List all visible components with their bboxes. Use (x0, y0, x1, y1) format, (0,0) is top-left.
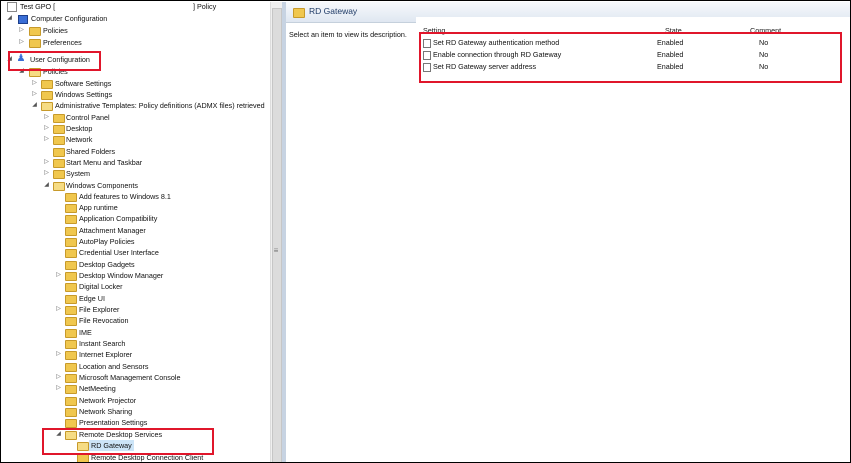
expand-arrow-icon[interactable]: ▷ (31, 89, 38, 100)
folder-icon (53, 148, 65, 157)
expand-arrow-icon[interactable]: ▷ (31, 78, 38, 89)
expand-arrow-icon[interactable]: ▷ (43, 157, 50, 168)
folder-icon (293, 8, 305, 18)
folder-icon (53, 136, 65, 145)
expand-arrow-icon[interactable]: ▷ (55, 349, 62, 360)
folder-icon (65, 249, 77, 258)
expand-arrow-icon[interactable]: ▷ (43, 123, 50, 134)
folder-icon (53, 159, 65, 168)
expand-arrow-icon[interactable]: ▷ (18, 37, 25, 48)
details-title: RD Gateway (309, 6, 358, 16)
folder-icon (29, 39, 41, 48)
tree-scrollbar[interactable]: ≡ (270, 2, 282, 462)
scroll-grip-icon: ≡ (273, 246, 279, 255)
folder-icon (65, 261, 77, 270)
annotation-box-user-configuration (8, 51, 101, 71)
folder-icon (65, 306, 77, 315)
folder-icon (41, 80, 53, 89)
expand-arrow-icon[interactable]: ▷ (18, 25, 25, 36)
folder-icon (65, 272, 77, 281)
computer-icon (18, 15, 28, 24)
folder-icon (65, 374, 77, 383)
expand-arrow-icon[interactable]: ▷ (55, 304, 62, 315)
expand-arrow-icon[interactable]: ▷ (43, 134, 50, 145)
expand-arrow-icon[interactable]: ▷ (55, 270, 62, 281)
description-text: Select an item to view its description. (289, 30, 407, 39)
navigation-tree: Test GPO [ ] Policy ◢ Computer Configura… (2, 2, 270, 462)
folder-icon (53, 114, 65, 123)
expand-arrow-icon[interactable]: ▷ (43, 168, 50, 179)
expand-arrow-icon[interactable]: ▷ (55, 383, 62, 394)
collapse-arrow-icon[interactable]: ◢ (31, 100, 38, 111)
collapse-arrow-icon[interactable]: ◢ (6, 13, 13, 24)
collapse-arrow-icon[interactable]: ◢ (43, 180, 50, 191)
folder-icon (41, 91, 53, 100)
annotation-box-rd-gateway (42, 428, 214, 455)
folder-icon (65, 215, 77, 224)
gpo-editor-window: Test GPO [ ] Policy ◢ Computer Configura… (0, 0, 851, 463)
folder-icon (77, 454, 89, 462)
folder-icon (65, 204, 77, 213)
scrollbar-thumb[interactable] (272, 8, 282, 462)
folder-icon (53, 125, 65, 134)
expand-arrow-icon[interactable]: ▷ (55, 372, 62, 383)
folder-icon (65, 193, 77, 202)
folder-icon (65, 408, 77, 417)
open-folder-icon (53, 182, 65, 191)
folder-icon (65, 419, 77, 428)
policy-document-icon (7, 2, 17, 12)
folder-icon (65, 340, 77, 349)
expand-arrow-icon[interactable]: ▷ (43, 112, 50, 123)
folder-icon (65, 227, 77, 236)
folder-icon (65, 238, 77, 247)
folder-icon (65, 295, 77, 304)
folder-icon (65, 385, 77, 394)
folder-icon (65, 351, 77, 360)
open-folder-icon (41, 102, 53, 111)
folder-icon (53, 170, 65, 179)
folder-icon (65, 317, 77, 326)
folder-icon (29, 27, 41, 36)
settings-list: Setting State Comment Set RD Gateway aut… (416, 17, 850, 462)
annotation-box-settings (419, 32, 842, 83)
folder-icon (65, 283, 77, 292)
folder-icon (65, 329, 77, 338)
folder-icon (65, 363, 77, 372)
folder-icon (65, 397, 77, 406)
